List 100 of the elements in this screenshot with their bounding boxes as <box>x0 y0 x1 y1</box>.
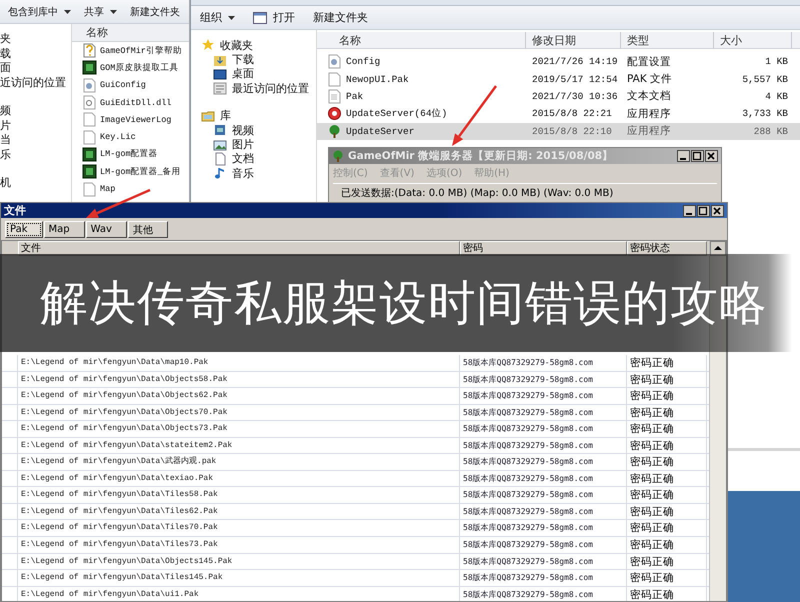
file-row[interactable]: UpdateServer 2015/8/8 22:10 应用程序 288 KB <box>317 122 800 140</box>
password-text: 58版本库QQ87329279-58gm8.com <box>460 404 627 421</box>
annotation-arrow <box>452 85 497 146</box>
file-name[interactable]: LM-gom配置器_备用 <box>100 166 181 178</box>
status-text: 密码正确 <box>627 470 707 487</box>
nav-item[interactable]: 图片 <box>201 137 316 152</box>
file-icon <box>327 72 342 87</box>
maximize-button[interactable] <box>697 204 710 216</box>
nav-item[interactable]: 桌面 <box>201 66 316 82</box>
maximize-button[interactable] <box>691 150 704 162</box>
status-text: 密码正确 <box>627 586 707 601</box>
file-path: E:\Legend of mir\fengyun\Data\Objects62.Pak <box>18 388 460 404</box>
status-text: 密码正确 <box>627 554 707 570</box>
status-text: 密码正确 <box>627 404 707 421</box>
nav-item[interactable]: 收藏夹 <box>201 38 316 52</box>
toolbar-button[interactable]: 打开 <box>251 8 297 27</box>
nav-item[interactable]: 夹 <box>0 32 71 46</box>
program-icon <box>82 164 97 180</box>
nav-item[interactable]: 片 <box>0 118 71 133</box>
window-title: GameOfMir 微端服务器【更新日期: 2015/08/08】 <box>348 149 614 163</box>
file-path: E:\Legend of mir\fengyun\Data\Objects70.Pak <box>18 404 460 421</box>
status-text: 密码正确 <box>627 355 707 371</box>
recent-places-icon <box>213 81 227 96</box>
password-text: 58版本库QQ87329279-58gm8.com <box>460 372 627 388</box>
file-icon <box>82 182 97 197</box>
file-path: E:\Legend of mir\fengyun\Data\武器内观.pak <box>18 454 460 470</box>
toolbar-button[interactable]: 新建文件夹 <box>311 8 370 27</box>
file-path: E:\Legend of mir\fengyun\Data\stateitem2.Pak <box>18 438 460 454</box>
music-note-icon <box>213 166 227 180</box>
nav-item[interactable]: 文档 <box>201 152 316 166</box>
file-path: E:\Legend of mir\fengyun\Data\Tiles62.Pak <box>18 504 460 520</box>
help-file-icon <box>82 43 97 58</box>
password-text: 58版本库QQ87329279-58gm8.com <box>460 355 627 371</box>
nav-item[interactable]: 下载 <box>201 52 316 67</box>
file-row[interactable]: Config 2021/7/26 14:19 配置设置 1 KB <box>317 53 800 70</box>
column-header[interactable]: 密码状态 <box>627 241 707 256</box>
file-name[interactable]: Key.Lic <box>100 132 136 142</box>
window-icon <box>253 12 267 24</box>
minimize-button[interactable] <box>683 204 696 216</box>
nav-item[interactable]: 频 <box>0 104 71 118</box>
file-name[interactable]: Map <box>100 184 116 194</box>
tab[interactable]: Pak <box>5 221 42 238</box>
file-name[interactable]: GameOfMir引擎帮助 <box>100 44 182 57</box>
toolbar-button[interactable]: 新建文件夹 <box>128 2 182 20</box>
file-name: Pak <box>346 90 364 102</box>
nav-item[interactable]: 近访问的位置 <box>0 76 71 90</box>
star-icon <box>201 38 215 52</box>
nav-item[interactable]: 最近访问的位置 <box>201 81 316 96</box>
toolbar-button[interactable]: 组织 <box>198 8 237 27</box>
file-row[interactable]: Pak 2021/7/30 10:36 文本文档 4 KB <box>317 88 800 106</box>
file-name[interactable]: GuiEditDll.dll <box>100 98 172 108</box>
status-text: 密码正确 <box>627 454 707 470</box>
file-path: E:\Legend of mir\fengyun\Data\Tiles58.Pak <box>18 487 460 504</box>
modified-date: 2019/5/17 12:54 <box>531 74 619 85</box>
tree-icon <box>327 124 342 139</box>
column-header[interactable]: 类型 <box>621 32 714 49</box>
column-header[interactable]: 文件 <box>18 241 460 256</box>
nav-item[interactable]: 载 <box>0 46 71 61</box>
nav-item[interactable]: 机 <box>0 176 71 190</box>
file-name[interactable]: GOM原皮肤提取工具 <box>100 62 178 74</box>
picture-icon <box>213 138 227 152</box>
tab[interactable]: 其他 <box>128 221 168 238</box>
tab[interactable]: Map <box>44 221 85 238</box>
file-name: Config <box>346 56 380 68</box>
file-row[interactable]: UpdateServer(64位) 2015/8/8 22:21 应用程序 3,733 KB <box>317 105 800 123</box>
close-button[interactable] <box>711 204 724 216</box>
password-text: 58版本库QQ87329279-58gm8.com <box>460 454 627 470</box>
nav-item[interactable]: 乐 <box>0 148 71 162</box>
file-name[interactable]: GuiConfig <box>100 80 146 90</box>
modified-date: 2021/7/26 14:19 <box>531 56 619 68</box>
tab[interactable]: Wav <box>86 221 127 238</box>
file-size: 1 KB <box>764 56 789 68</box>
file-type: 应用程序 <box>626 106 672 121</box>
file-name[interactable]: LM-gom配置器 <box>100 148 158 160</box>
minimize-button[interactable] <box>677 150 690 162</box>
file-type: PAK 文件 <box>626 72 674 86</box>
gear-file-icon <box>327 54 342 70</box>
modified-date: 2015/8/8 22:21 <box>531 108 613 120</box>
nav-item[interactable]: 音乐 <box>201 166 316 181</box>
status-text: 密码正确 <box>627 487 707 504</box>
file-type: 配置设置 <box>626 54 672 69</box>
modified-date: 2021/7/30 10:36 <box>531 90 619 102</box>
toolbar-button[interactable]: 共享 <box>82 2 119 20</box>
nav-item[interactable]: 面 <box>0 61 71 76</box>
file-type: 应用程序 <box>626 124 672 138</box>
nav-item[interactable]: 库 <box>201 108 316 123</box>
column-header[interactable]: 密码 <box>460 241 627 256</box>
toolbar-button[interactable]: 包含到库中 <box>6 2 73 20</box>
column-header[interactable]: 大小 <box>714 32 792 49</box>
close-button[interactable] <box>705 150 718 162</box>
column-header[interactable]: 名称 <box>317 32 526 49</box>
file-icon <box>82 112 97 128</box>
file-name: NewopUI.Pak <box>346 74 409 85</box>
status-text: 密码正确 <box>627 504 707 520</box>
nav-item[interactable]: 视频 <box>201 122 316 138</box>
file-row[interactable]: NewopUI.Pak 2019/5/17 12:54 PAK 文件 5,557 KB <box>317 70 800 88</box>
file-name[interactable]: ImageViewerLog <box>100 114 172 125</box>
column-header[interactable]: 修改日期 <box>526 32 621 49</box>
nav-item[interactable]: 当 <box>0 133 71 148</box>
column-header[interactable]: 名称 <box>86 25 108 40</box>
